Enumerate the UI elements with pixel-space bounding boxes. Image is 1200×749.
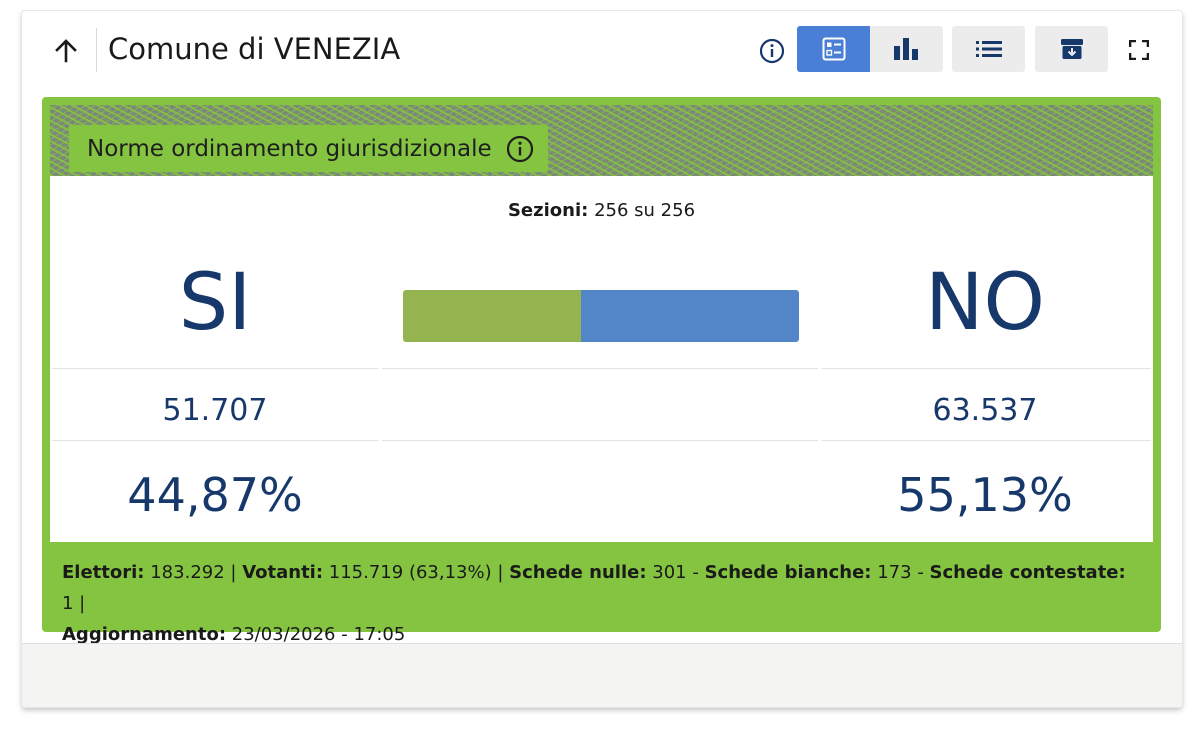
bar-chart-icon [893,38,918,60]
electors-value: 183.292 [150,562,225,583]
view-toggle-group [797,26,943,72]
update-value: 23/03/2026 - 17:05 [231,624,406,645]
summary-view-icon [822,37,845,61]
referendum-subject: Norme ordinamento giurisdizionale [69,125,548,172]
row-divider [821,440,1151,441]
voters-value: 115.719 (63,13%) [328,562,492,583]
chart-view-button[interactable] [870,26,943,72]
row-divider [52,368,379,369]
contested-ballots-label: Schede contestate: [929,562,1126,583]
blank-ballots-label: Schede bianche: [704,562,872,583]
row-divider [52,440,379,441]
update-label: Aggiornamento: [62,624,227,645]
info-button[interactable] [756,35,788,67]
electors-label: Elettori: [62,562,145,583]
results-body: Sezioni: 256 su 256 SI NO 51.707 63.537 … [50,176,1153,542]
list-button[interactable] [952,26,1025,72]
summary-view-button[interactable] [797,26,870,72]
card-header: Comune di VENEZIA [22,11,1182,91]
contested-ballots-value: 1 [62,593,74,614]
blank-ballots-value: 173 [877,562,912,583]
back-up-button[interactable] [48,33,84,69]
row-divider [382,440,818,441]
yes-bar-segment [403,290,581,342]
referendum-panel: Norme ordinamento giurisdizionale Sezion… [42,97,1161,645]
turnout-summary: Elettori: 183.292 | Votanti: 115.719 (63… [62,562,1126,645]
panel-texture-banner: Norme ordinamento giurisdizionale [50,105,1153,176]
arrow-up-icon [55,39,77,63]
no-label: NO [925,258,1045,348]
result-bar [403,290,799,342]
no-bar-segment [580,290,799,342]
fullscreen-icon [1129,40,1149,60]
sections-label: Sezioni: [507,200,589,221]
row-divider [821,368,1151,369]
list-icon [975,41,1002,57]
page-title: Comune di VENEZIA [108,32,401,66]
card-footer-area [22,643,1182,707]
referendum-subject-title: Norme ordinamento giurisdizionale [87,135,492,162]
sections-counter: Sezioni: 256 su 256 [50,200,1153,221]
yes-label: SI [178,258,252,348]
sections-value: 256 su 256 [594,200,696,221]
fullscreen-button[interactable] [1122,33,1156,67]
no-votes: 63.537 [932,393,1038,428]
info-circle-icon [759,38,785,64]
null-ballots-value: 301 [652,562,687,583]
no-percentage: 55,13% [897,468,1073,522]
archive-download-icon [1060,39,1083,59]
archive-button[interactable] [1035,26,1108,72]
yes-votes: 51.707 [162,393,268,428]
header-divider [96,28,97,72]
info-circle-icon[interactable] [506,135,534,163]
voters-label: Votanti: [242,562,324,583]
yes-percentage: 44,87% [127,468,303,522]
null-ballots-label: Schede nulle: [509,562,647,583]
row-divider [382,368,818,369]
result-card: Comune di VENEZIA Norme ordinamento giur… [22,11,1182,707]
